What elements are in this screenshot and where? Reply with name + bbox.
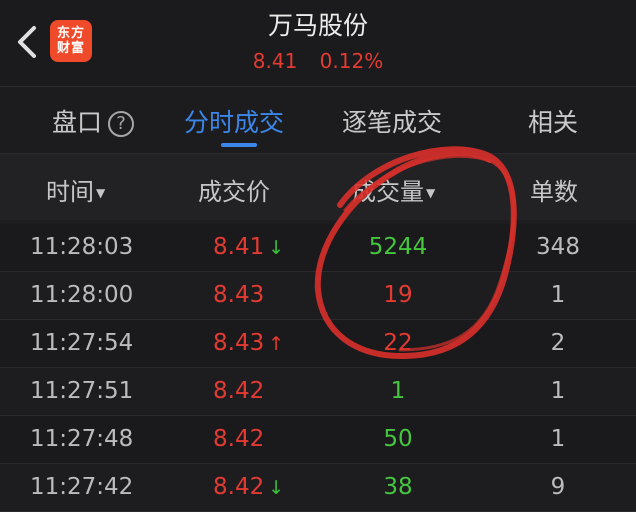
trade-price-value: 8.42 — [213, 474, 265, 500]
active-tab-indicator — [221, 143, 257, 147]
table-row[interactable]: 11:27:42 8.42 ↓ 38 9 — [0, 464, 636, 512]
table-header: 时间 ▼ 成交价 成交量 ▼ 单数 — [0, 153, 636, 220]
trade-price: 8.42 ↓ — [213, 474, 284, 500]
column-volume[interactable]: 成交量 ▼ — [352, 172, 435, 207]
trade-time: 11:27:51 — [30, 378, 134, 404]
trade-price-value: 8.41 — [213, 234, 265, 260]
column-volume-label: 成交量 — [352, 178, 424, 206]
trade-count: 1 — [550, 282, 566, 308]
column-price: 成交价 — [198, 178, 270, 206]
tab-tick-trades[interactable]: 逐笔成交 — [342, 103, 442, 139]
table-row[interactable]: 11:28:03 8.41 ↓ 5244 348 — [0, 224, 636, 272]
trade-price: 8.42 — [213, 378, 264, 404]
trade-volume: 19 — [383, 282, 413, 308]
column-time-label: 时间 — [46, 178, 94, 206]
tab-order-book-label: 盘口 — [52, 108, 103, 137]
table-row[interactable]: 11:27:54 8.43 ↑ 22 2 — [0, 320, 636, 368]
trade-count: 1 — [550, 378, 566, 404]
table-row[interactable]: 11:27:48 8.42 50 1 — [0, 416, 636, 464]
trade-count: 1 — [550, 426, 566, 452]
table-row[interactable]: 11:28:00 8.43 19 1 — [0, 272, 636, 320]
trade-price-value: 8.43 — [213, 282, 265, 308]
trade-count: 9 — [550, 474, 566, 500]
table-row[interactable]: 11:27:51 8.42 1 1 — [0, 368, 636, 416]
down-arrow-icon: ↓ — [268, 237, 285, 259]
stock-quote: 8.41 0.12% — [0, 49, 636, 73]
tab-bar: 盘口? 分时成交 逐笔成交 相关 — [0, 86, 636, 153]
trade-volume: 22 — [383, 330, 413, 356]
trade-time: 11:27:42 — [30, 474, 134, 500]
stock-change-pct: 0.12% — [319, 49, 384, 73]
stock-title: 万马股份 — [267, 11, 368, 40]
sort-caret-icon: ▼ — [426, 186, 436, 200]
trades-table: 11:28:03 8.41 ↓ 5244 348 11:28:00 8.43 19… — [0, 224, 636, 512]
tab-time-trades[interactable]: 分时成交 — [184, 103, 284, 139]
trade-volume: 5244 — [368, 234, 428, 260]
trade-count: 2 — [550, 330, 566, 356]
trade-price: 8.42 — [213, 426, 264, 452]
trade-price-value: 8.42 — [213, 378, 265, 404]
sort-caret-icon: ▼ — [96, 186, 106, 200]
trade-time: 11:27:54 — [30, 330, 134, 356]
trade-price-value: 8.42 — [213, 426, 265, 452]
tab-related[interactable]: 相关 — [528, 103, 578, 139]
trade-volume: 1 — [390, 378, 406, 404]
tab-order-book[interactable]: 盘口? — [52, 103, 135, 139]
up-arrow-icon: ↑ — [268, 333, 285, 355]
trade-time: 11:27:48 — [30, 426, 134, 452]
trade-price: 8.43 — [213, 282, 264, 308]
trade-volume: 38 — [383, 474, 413, 500]
down-arrow-icon: ↓ — [268, 477, 285, 499]
column-time[interactable]: 时间 ▼ — [46, 172, 105, 207]
trade-price-value: 8.43 — [213, 330, 265, 356]
column-count: 单数 — [530, 178, 578, 206]
top-bar: 东方 财富 万马股份 8.41 0.12% — [0, 0, 636, 86]
trade-volume: 50 — [383, 426, 413, 452]
stock-price: 8.41 — [252, 49, 298, 73]
trade-count: 348 — [536, 234, 580, 260]
trade-time: 11:28:00 — [30, 282, 134, 308]
trade-time: 11:28:03 — [30, 234, 134, 260]
trade-price: 8.41 ↓ — [213, 234, 284, 260]
help-icon[interactable]: ? — [108, 111, 135, 137]
trade-price: 8.43 ↑ — [213, 330, 284, 356]
